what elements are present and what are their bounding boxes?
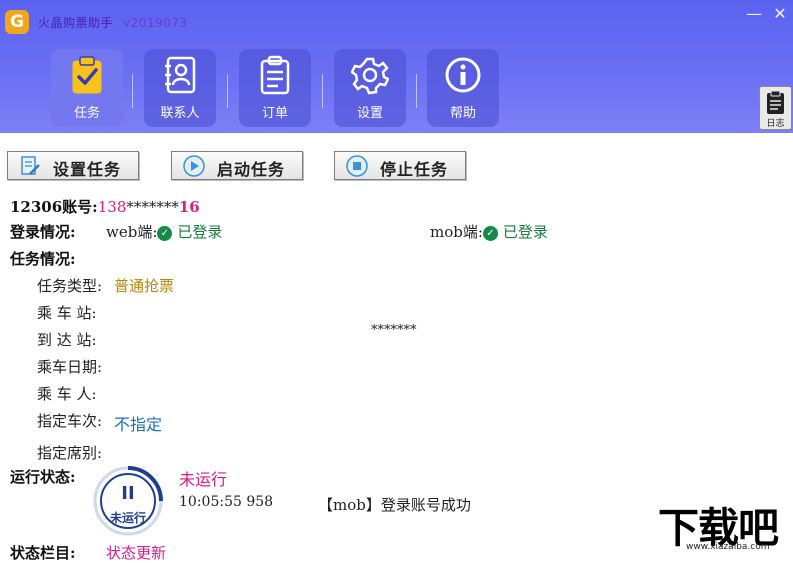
- to-station-label: 到 达 站:: [37, 331, 97, 349]
- web-login-status: web端: ✓ 已登录: [106, 221, 222, 242]
- nav-divider: [227, 74, 228, 108]
- app-version: v2019073: [123, 16, 188, 30]
- nav-tab-orders[interactable]: 订单: [239, 49, 311, 127]
- watermark: 下载吧 www.xiazaiba.com: [656, 493, 793, 552]
- bottom-row-label: 状态栏目:: [10, 544, 76, 562]
- mob-label: mob端:: [430, 223, 483, 241]
- setup-task-button[interactable]: 设置任务: [7, 151, 139, 180]
- app-logo: G: [5, 10, 29, 34]
- nav-label-settings: 设置: [356, 106, 383, 121]
- nav-label-contacts: 联系人: [160, 106, 200, 121]
- run-state-text: 未运行: [179, 470, 228, 489]
- stop-task-button[interactable]: 停止任务: [334, 151, 466, 180]
- web-label: web端:: [106, 223, 158, 241]
- train-label: 指定车次:: [37, 412, 103, 430]
- nav-divider: [416, 74, 417, 108]
- run-indicator-button[interactable]: II 未运行: [93, 466, 163, 536]
- log-timestamp: 10:05:55 958: [179, 494, 274, 510]
- stop-task-label: 停止任务: [380, 160, 449, 179]
- app-name: 火晶购票助手: [38, 16, 114, 30]
- login-label: 登录情况:: [10, 223, 76, 241]
- account-mask: *******: [126, 198, 179, 216]
- nav-tab-tasks[interactable]: 任务: [51, 49, 123, 127]
- order-list-icon: [260, 55, 290, 95]
- check-icon: ✓: [482, 226, 498, 241]
- to-station-value: *******: [371, 323, 417, 338]
- pause-icon: II: [121, 483, 135, 504]
- nav-label-orders: 订单: [261, 106, 288, 121]
- task-type-value: 普通抢票: [114, 277, 175, 295]
- nav-tab-help[interactable]: 帮助: [427, 49, 499, 127]
- from-station-label: 乘 车 站:: [37, 304, 97, 322]
- minimize-button[interactable]: —: [744, 4, 764, 24]
- clipboard-check-icon: [72, 56, 102, 94]
- log-clipboard-icon: [767, 90, 784, 114]
- passenger-label: 乘 车 人:: [37, 385, 97, 403]
- web-status-text: 已登录: [177, 223, 223, 241]
- run-indicator-text: 未运行: [109, 511, 146, 525]
- mob-login-status: mob端: ✓ 已登录: [430, 221, 548, 242]
- app-title: 火晶购票助手 v2019073: [38, 14, 188, 31]
- mob-status-text: 已登录: [502, 223, 548, 241]
- task-type-label: 任务类型:: [37, 277, 103, 295]
- contacts-book-icon: [165, 56, 196, 94]
- nav-tab-settings[interactable]: 设置: [334, 49, 406, 127]
- log-button[interactable]: 日志: [759, 86, 792, 130]
- setup-task-label: 设置任务: [53, 160, 122, 179]
- bottom-row-value: 状态更新: [106, 544, 167, 562]
- header-bar: G 火晶购票助手 v2019073 — ✕ 任务 联系人 订单 设置 帮助 日志: [0, 0, 793, 133]
- close-button[interactable]: ✕: [770, 4, 790, 24]
- stop-circle-icon: [346, 155, 368, 177]
- seat-label: 指定席别:: [37, 444, 103, 462]
- travel-date-label: 乘车日期:: [37, 358, 103, 376]
- start-task-label: 启动任务: [217, 160, 286, 179]
- log-message: 【mob】登录账号成功: [318, 496, 471, 514]
- log-label: 日志: [766, 119, 785, 129]
- info-icon: [445, 57, 481, 93]
- edit-document-icon: [21, 156, 40, 175]
- account-prefix: 138: [97, 198, 127, 216]
- train-value: 不指定: [114, 415, 163, 434]
- nav-tab-contacts[interactable]: 联系人: [144, 49, 216, 127]
- watermark-url: www.xiazaiba.com: [686, 542, 770, 552]
- account-suffix: 16: [178, 198, 200, 216]
- task-info-label: 任务情况:: [10, 250, 76, 268]
- gear-icon: [351, 57, 389, 95]
- nav-label-tasks: 任务: [73, 106, 100, 121]
- run-status-label: 运行状态:: [10, 468, 76, 486]
- account-row: 12306账号:138*******16: [10, 196, 200, 217]
- play-circle-icon: [183, 155, 205, 177]
- nav-divider: [132, 74, 133, 108]
- account-label: 12306账号:: [10, 198, 98, 216]
- nav-divider: [322, 74, 323, 108]
- nav-label-help: 帮助: [449, 106, 476, 121]
- start-task-button[interactable]: 启动任务: [171, 151, 303, 180]
- check-icon: ✓: [157, 226, 173, 241]
